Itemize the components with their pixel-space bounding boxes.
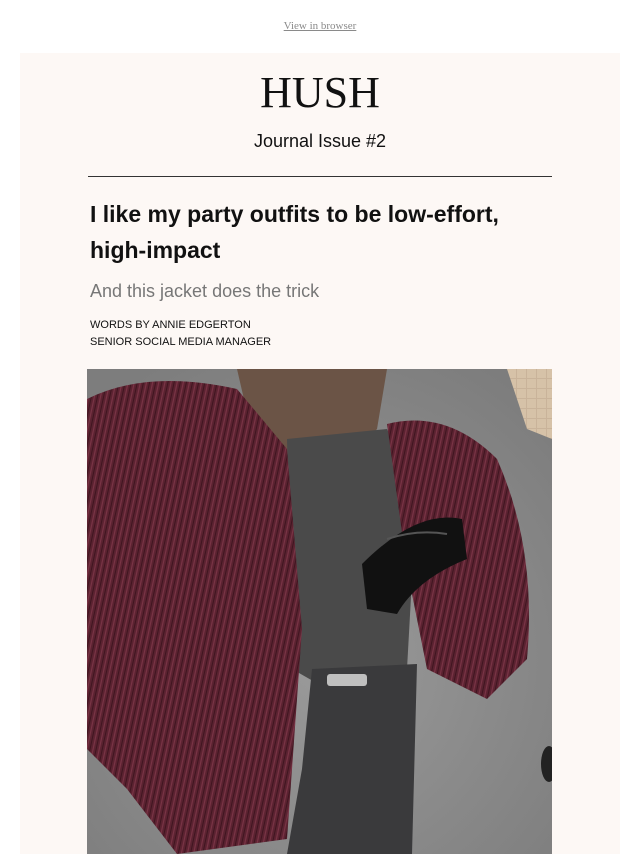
newsletter-card: HUSH Journal Issue #2 I like my party ou… <box>20 53 620 854</box>
article-byline: WORDS BY ANNIE EDGERTON SENIOR SOCIAL ME… <box>90 317 271 351</box>
top-bar: View in browser <box>0 0 640 53</box>
brand-logo[interactable]: HUSH <box>20 69 620 117</box>
article-subhead: And this jacket does the trick <box>90 281 320 301</box>
divider <box>88 176 552 177</box>
article-headline: I like my party outfits to be low-effort… <box>90 201 499 263</box>
hero-image[interactable] <box>87 369 552 854</box>
issue-title: Journal Issue #2 <box>253 131 387 151</box>
hero-photo-illustration <box>87 369 552 854</box>
author-name: WORDS BY ANNIE EDGERTON <box>90 319 251 331</box>
author-title: SENIOR SOCIAL MEDIA MANAGER <box>90 336 272 348</box>
view-in-browser-link[interactable]: View in browser <box>0 20 640 32</box>
